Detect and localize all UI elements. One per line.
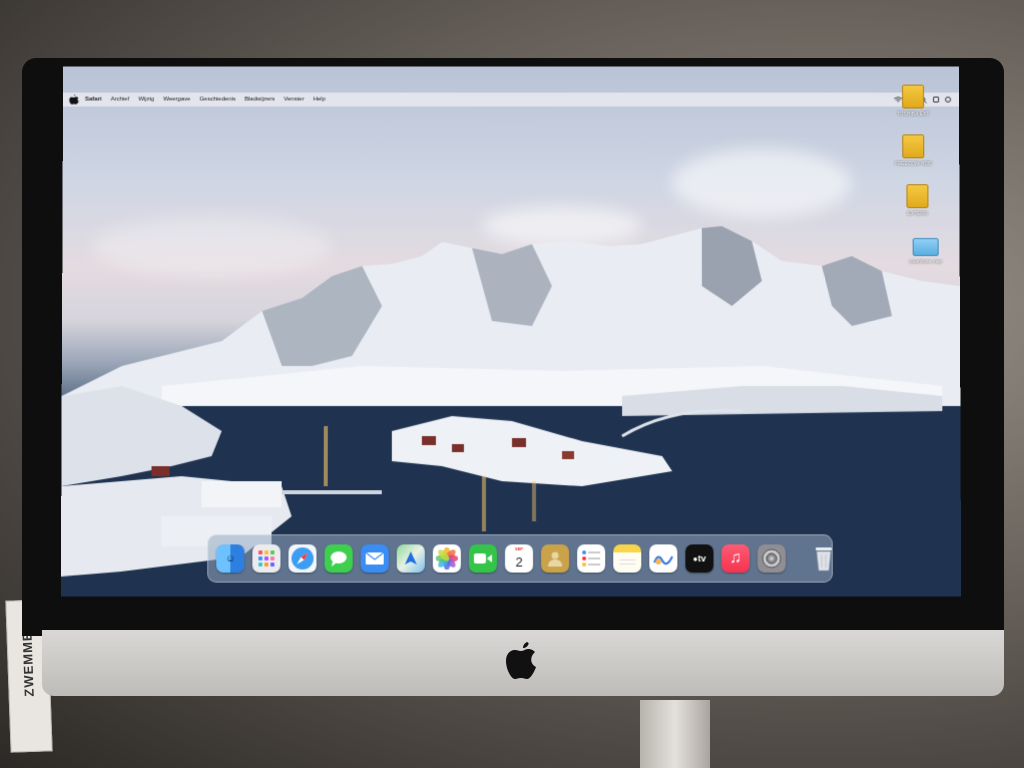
dock-music[interactable]: ♫	[721, 544, 750, 573]
wallpaper-landscape	[60, 226, 962, 597]
messages-icon	[330, 551, 347, 567]
dock-mail[interactable]	[360, 544, 389, 573]
menu-app-name[interactable]: Safari	[85, 97, 102, 103]
dock-launchpad[interactable]	[252, 544, 281, 573]
tv-label: tv	[697, 553, 706, 564]
calendar-month: SEP	[514, 546, 524, 552]
calendar-day: 2	[515, 553, 523, 570]
desktop-icon-toshiba[interactable]: TOSHIBA EXT	[881, 84, 945, 118]
light-reflection	[481, 476, 486, 532]
notes-icon	[619, 559, 636, 565]
dock-calendar[interactable]: SEP 2	[504, 544, 534, 573]
cabin	[151, 465, 170, 476]
dock-maps[interactable]	[396, 544, 425, 573]
dock: ☺ SEP 2 ● tv ♫	[207, 534, 833, 583]
folder-icon	[912, 238, 939, 257]
contacts-icon	[548, 551, 563, 567]
menu-geschiedenis[interactable]: Geschiedenis	[199, 97, 235, 103]
desktop-icon-label: TOSHIBA EXT	[896, 111, 930, 118]
light-reflection	[531, 480, 536, 521]
menu-venster[interactable]: Venster	[284, 97, 304, 103]
safari-icon	[291, 547, 314, 570]
dock-facetime[interactable]	[468, 544, 497, 573]
dock-reminders[interactable]	[577, 544, 606, 573]
dock-freeform[interactable]	[649, 544, 678, 573]
dock-finder[interactable]: ☺	[216, 544, 245, 573]
warehouse	[201, 480, 282, 507]
reminders-icon	[582, 550, 601, 567]
menu-weergave[interactable]: Weergave	[163, 97, 190, 103]
menu-bladwijzers[interactable]: Bladwijzers	[245, 97, 275, 103]
cabin	[421, 435, 436, 445]
apple-logo-icon	[506, 642, 536, 679]
dock-photos[interactable]	[432, 544, 461, 573]
dock-safari[interactable]	[288, 544, 317, 573]
dock-messages[interactable]	[324, 544, 353, 573]
drive-icon	[902, 134, 925, 159]
photos-icon	[435, 547, 458, 570]
dock-system-settings[interactable]	[757, 544, 786, 573]
desktop-screen[interactable]: Safari Archief Wijzig Weergave Geschiede…	[60, 66, 962, 597]
pier	[281, 489, 382, 494]
light-reflection	[323, 425, 328, 486]
monitor-stand	[640, 700, 710, 768]
menu-bar: Safari Archief Wijzig Weergave Geschiede…	[63, 92, 959, 107]
drive-icon	[906, 184, 929, 209]
menu-archief[interactable]: Archief	[111, 97, 130, 103]
menu-help[interactable]: Help	[313, 97, 325, 103]
launchpad-icon	[258, 550, 275, 567]
trash-icon	[814, 547, 834, 571]
desktop-icon-label: EXTERN	[907, 211, 928, 218]
menu-wijzig[interactable]: Wijzig	[138, 97, 154, 103]
drive-icon	[902, 84, 925, 109]
desktop-icon-label: naamloze map	[909, 259, 943, 266]
freeform-icon	[652, 550, 674, 566]
mail-icon	[365, 551, 385, 565]
finder-icon: ☺	[225, 552, 236, 565]
facetime-icon	[473, 553, 492, 564]
desktop-icon-label: FREECOM HDD	[894, 161, 932, 168]
settings-icon	[761, 547, 783, 569]
dock-trash[interactable]	[810, 544, 838, 572]
desktop-icon-naamloze-map[interactable]: naamloze map	[894, 238, 958, 265]
cabin	[561, 450, 574, 459]
dock-tv[interactable]: ● tv	[685, 544, 714, 573]
cabin	[511, 437, 526, 447]
music-icon: ♫	[729, 549, 742, 567]
cabin	[451, 443, 464, 452]
siri-icon[interactable]	[944, 96, 951, 103]
dock-contacts[interactable]	[541, 544, 570, 573]
apple-menu-icon[interactable]	[69, 94, 79, 105]
maps-icon	[404, 551, 417, 565]
dock-notes[interactable]	[613, 544, 642, 573]
desktop-icon-extern[interactable]: EXTERN	[885, 184, 949, 217]
desktop-icon-freecom[interactable]: FREECOM HDD	[881, 134, 945, 167]
